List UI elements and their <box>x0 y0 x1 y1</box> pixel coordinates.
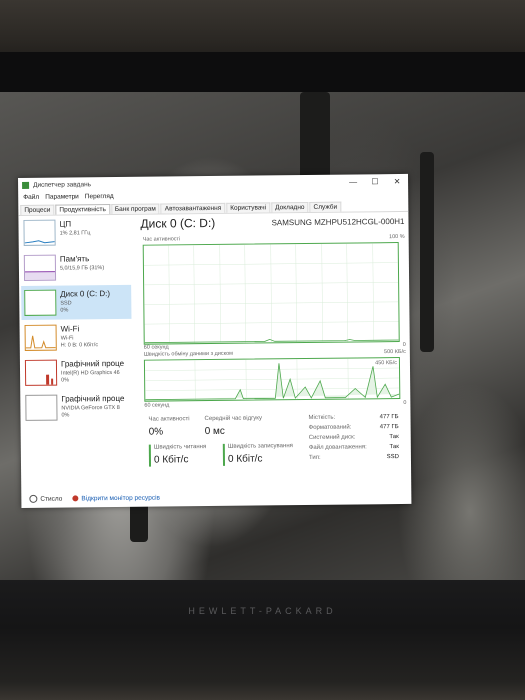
sidebar-item-label: Диск 0 (C: D:) <box>60 289 111 299</box>
sidebar-item-sub: 5,0/15,9 ГБ (31%) <box>59 265 105 272</box>
sidebar-item-sub2: 0% <box>61 377 70 384</box>
menu-file[interactable]: Файл <box>20 194 42 201</box>
brand-label: HEWLETT-PACKARD <box>188 606 337 616</box>
maximize-button[interactable]: ☐ <box>364 177 386 186</box>
graph1-label: Час активності <box>142 236 181 243</box>
tab-processes[interactable]: Процеси <box>20 204 55 215</box>
write-speed-value: 0 Кбіт/с <box>227 453 263 465</box>
disk-model: SAMSUNG MZHPU512HCGL-000H1 <box>271 216 405 228</box>
sidebar-item-disk[interactable]: Диск 0 (C: D:) SSD 0% <box>21 284 132 320</box>
graph2-time: 60 секунд <box>144 402 170 409</box>
sidebar-item-label: Пам'ять <box>59 254 90 264</box>
tab-performance[interactable]: Продуктивність <box>55 204 110 215</box>
write-speed-label: Швидкість записування <box>227 443 293 450</box>
graph2-inner-max: 450 КБ/с <box>375 360 397 367</box>
graph1-time: 60 секунд <box>143 344 169 351</box>
fewer-details-button[interactable]: Стисло <box>40 495 62 502</box>
sidebar-item-label: ЦП <box>59 219 72 229</box>
graph2-label: Швидкість обміну даними з диском <box>143 350 233 358</box>
active-time-value: 0% <box>148 426 164 438</box>
sidebar-item-gpu-1[interactable]: Графічний проце NVIDIA GeForce GTX 8 0% <box>22 390 132 425</box>
disk-properties: Місткість: 477 ГБ Форматований: 477 ГБ С… <box>308 414 399 470</box>
sidebar-item-label: Графічний проце <box>61 393 125 404</box>
graph1-max: 100 % <box>388 233 405 241</box>
disk-thumbnail <box>24 289 57 316</box>
tab-details[interactable]: Докладно <box>271 201 309 213</box>
wifi-thumbnail <box>24 324 57 351</box>
sidebar-item-sub: NVIDIA GeForce GTX 8 <box>61 404 120 412</box>
menu-view[interactable]: Перегляд <box>82 193 117 200</box>
gpu-thumbnail <box>25 394 58 421</box>
sidebar-item-sub: Wi-Fi <box>60 335 74 342</box>
task-manager-window: Диспетчер завдань — ☐ ✕ Файл Параметри П… <box>18 173 412 508</box>
graph2-min: 0 <box>403 399 407 406</box>
prop-formatted-label: Форматований: <box>308 424 352 431</box>
disk-panel: Диск 0 (C: D:) SAMSUNG MZHPU512HCGL-000H… <box>138 214 409 477</box>
task-manager-icon <box>22 181 30 189</box>
graph2-max: 500 КБ/с <box>384 348 406 356</box>
active-time-label: Час активності <box>148 416 190 423</box>
gpu-thumbnail <box>24 359 58 386</box>
performance-sidebar: ЦП 1% 2,81 ГГц Пам'ять 5,0/15,9 ГБ (31%)… <box>20 215 133 474</box>
sidebar-item-label: Wi-Fi <box>60 324 80 334</box>
prop-type-label: Тип: <box>308 454 321 461</box>
sidebar-item-wifi[interactable]: Wi-Fi Wi-Fi Н: 0 В: 0 Кбіт/с <box>21 320 131 355</box>
sidebar-item-gpu-0[interactable]: Графічний проце Intel(R) HD Graphics 46 … <box>22 355 132 390</box>
read-speed-value: 0 Кбіт/с <box>153 454 189 466</box>
prop-system-disk-label: Системний диск: <box>308 434 356 441</box>
avg-response-label: Середній час відгуку <box>204 415 262 423</box>
memory-thumbnail <box>23 254 57 281</box>
disk-title: Диск 0 (C: D:) <box>140 215 216 231</box>
prop-capacity-label: Місткість: <box>308 414 336 421</box>
tab-bar: Процеси Продуктивність Банк програм Авто… <box>18 198 409 216</box>
sidebar-item-sub2: 0% <box>60 307 69 314</box>
menu-options[interactable]: Параметри <box>42 193 82 200</box>
resource-monitor-icon <box>72 495 79 502</box>
read-speed-marker <box>148 444 152 467</box>
laptop-base <box>0 580 525 700</box>
prop-type-value: SSD <box>386 454 399 461</box>
prop-page-file-value: Так <box>389 444 399 451</box>
close-button[interactable]: ✕ <box>386 176 408 185</box>
write-speed-marker <box>222 443 226 466</box>
tab-users[interactable]: Користувачі <box>226 202 271 213</box>
sidebar-item-sub: 1% 2,81 ГГц <box>59 230 91 237</box>
tab-app-history[interactable]: Банк програм <box>110 203 160 215</box>
prop-page-file-label: Файл довантаження: <box>308 444 367 451</box>
sidebar-item-memory[interactable]: Пам'ять 5,0/15,9 ГБ (31%) <box>21 250 131 285</box>
minimize-button[interactable]: — <box>342 177 364 186</box>
transfer-rate-graph: 450 КБ/с <box>143 357 401 402</box>
sidebar-item-label: Графічний проце <box>60 358 125 369</box>
graph1-min: 0 <box>402 341 406 348</box>
tab-services[interactable]: Служби <box>309 201 342 212</box>
sidebar-item-cpu[interactable]: ЦП 1% 2,81 ГГц <box>20 215 130 250</box>
read-speed-label: Швидкість читання <box>153 444 207 451</box>
sidebar-item-sub2: Н: 0 В: 0 Кбіт/с <box>60 342 99 349</box>
sidebar-item-sub: SSD <box>60 300 72 307</box>
sidebar-item-sub: Intel(R) HD Graphics 46 <box>61 369 120 377</box>
prop-system-disk-value: Так <box>389 434 399 441</box>
prop-formatted-value: 477 ГБ <box>379 424 399 431</box>
active-time-graph <box>142 242 400 345</box>
open-resource-monitor-link[interactable]: Відкрити монітор ресурсів <box>81 494 160 502</box>
tab-startup[interactable]: Автозавантаження <box>160 202 226 214</box>
cpu-thumbnail <box>23 219 56 246</box>
chevron-up-icon <box>29 494 38 503</box>
prop-capacity-value: 477 ГБ <box>379 414 399 421</box>
avg-response-value: 0 мс <box>204 425 225 438</box>
sidebar-item-sub2: 0% <box>61 412 70 419</box>
window-title: Диспетчер завдань <box>33 180 92 189</box>
